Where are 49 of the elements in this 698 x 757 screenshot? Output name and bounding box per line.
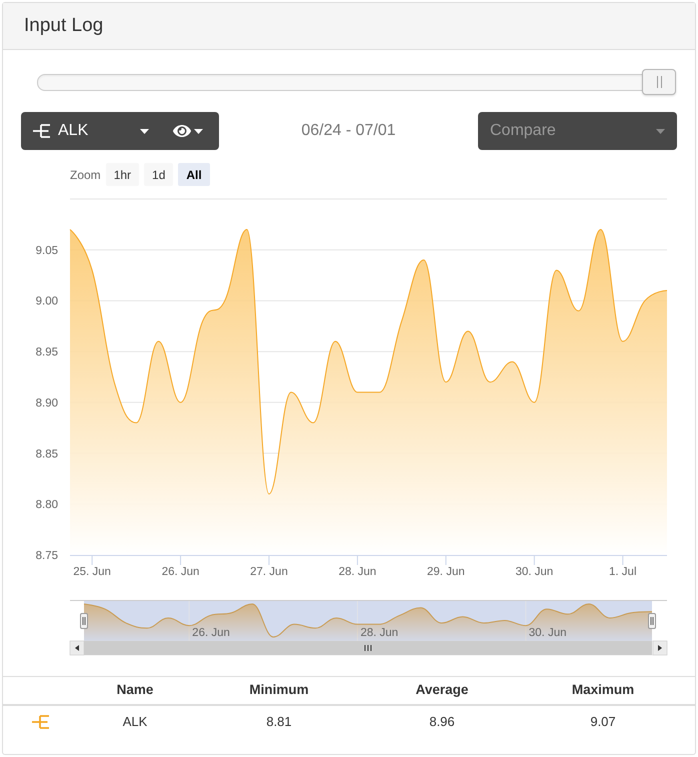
x-axis-label: 28. Jun xyxy=(338,566,376,578)
x-axis-label: 26. Jun xyxy=(162,566,200,578)
x-axis-label: 29. Jun xyxy=(427,566,465,578)
scroll-left-button[interactable] xyxy=(70,640,84,656)
navigator-date-label: 30. Jun xyxy=(528,627,566,639)
column-header: Maximum xyxy=(572,681,634,700)
parameter-dropdown[interactable]: ALK xyxy=(21,112,162,150)
column-header: Minimum xyxy=(249,681,309,700)
trident-icon xyxy=(33,124,51,138)
trident-icon xyxy=(32,714,50,728)
grip-icon xyxy=(656,76,662,88)
x-axis-label: 1. Jul xyxy=(609,566,637,578)
caret-down-icon xyxy=(140,128,149,134)
y-axis-label: 8.75 xyxy=(36,550,58,562)
navigator-handle[interactable] xyxy=(80,613,88,629)
zoom-button[interactable]: All xyxy=(178,163,210,186)
table-cell-text: 8.96 xyxy=(429,712,455,731)
y-axis-label: 9.00 xyxy=(36,296,58,308)
navigator-handle[interactable] xyxy=(648,613,656,629)
grip-icon xyxy=(364,644,372,652)
range-slider-track[interactable] xyxy=(37,69,676,95)
y-axis-label: 9.05 xyxy=(36,244,58,257)
caret-left-icon xyxy=(75,645,79,651)
x-axis-label: 27. Jun xyxy=(250,566,288,578)
navigator-date-label: 28. Jun xyxy=(360,627,398,639)
view-dropdown[interactable] xyxy=(162,112,219,150)
zoom-button[interactable]: 1hr xyxy=(106,163,140,186)
y-axis-label: 8.80 xyxy=(36,499,58,512)
zoom-label: Zoom xyxy=(70,166,101,184)
table-cell-text: 9.07 xyxy=(590,712,616,731)
date-range-label: 06/24 - 07/01 xyxy=(300,121,397,141)
caret-down-icon xyxy=(656,128,665,134)
caret-down-icon xyxy=(194,128,203,134)
table-cell-text: 8.81 xyxy=(266,712,292,731)
eye-icon xyxy=(173,122,191,140)
x-axis-label: 30. Jun xyxy=(515,566,554,578)
table-cell-text: ALK xyxy=(122,712,148,731)
navigator-date-label: 26. Jun xyxy=(192,627,230,639)
caret-right-icon xyxy=(658,645,662,651)
column-header: Average xyxy=(416,681,468,700)
column-header: Name xyxy=(116,681,154,700)
zoom-button[interactable]: 1d xyxy=(144,163,174,186)
y-axis-label: 8.95 xyxy=(36,346,58,359)
scroll-right-button[interactable] xyxy=(652,640,668,656)
y-axis-label: 8.85 xyxy=(36,448,58,460)
x-axis-label: 25. Jun xyxy=(73,566,111,578)
y-axis-label: 8.90 xyxy=(36,397,58,410)
panel-title: Input Log xyxy=(24,14,104,38)
range-slider-thumb[interactable] xyxy=(642,69,676,95)
